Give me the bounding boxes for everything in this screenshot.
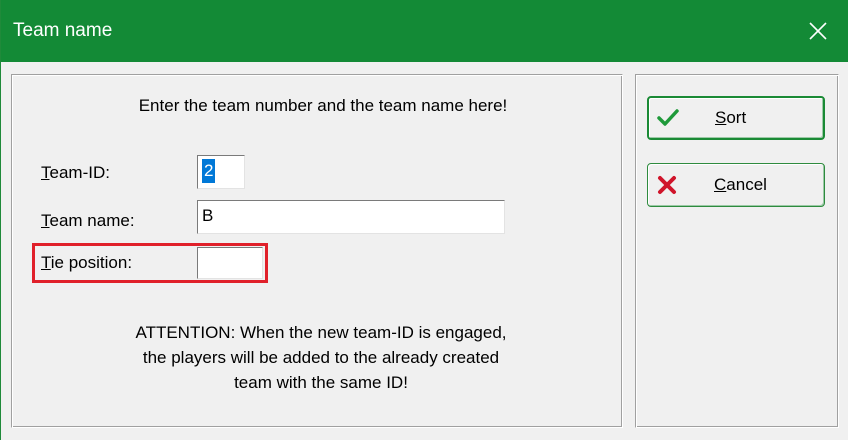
attention-line-3: team with the same ID! (234, 373, 408, 392)
red-x-icon (656, 174, 678, 196)
team-name-value: B (202, 206, 214, 225)
cancel-label: Cancel (714, 175, 767, 194)
sort-button[interactable]: Sort (647, 96, 825, 140)
tie-position-highlight (32, 243, 268, 283)
window-title: Team name (13, 20, 113, 41)
checkmark-icon (657, 107, 679, 129)
cancel-button[interactable]: Cancel (647, 163, 825, 207)
attention-line-1: ATTENTION: When the new team-ID is engag… (135, 323, 507, 342)
team-name-field[interactable]: B (197, 200, 505, 234)
team-name-label: Team name: (41, 211, 135, 230)
close-icon (809, 22, 827, 40)
team-name-dialog: Team name Enter the team number and the … (0, 0, 848, 440)
sort-label: Sort (715, 108, 747, 127)
team-id-field[interactable]: 2 (197, 155, 245, 189)
title-bar: Team name (1, 0, 848, 62)
attention-note: ATTENTION: When the new team-ID is engag… (61, 320, 581, 395)
attention-line-2: the players will be added to the already… (142, 348, 500, 367)
instruction-heading: Enter the team number and the team name … (138, 96, 508, 115)
team-id-label: Team-ID: (41, 163, 110, 182)
team-id-value: 2 (202, 159, 216, 183)
close-button[interactable] (787, 0, 848, 62)
